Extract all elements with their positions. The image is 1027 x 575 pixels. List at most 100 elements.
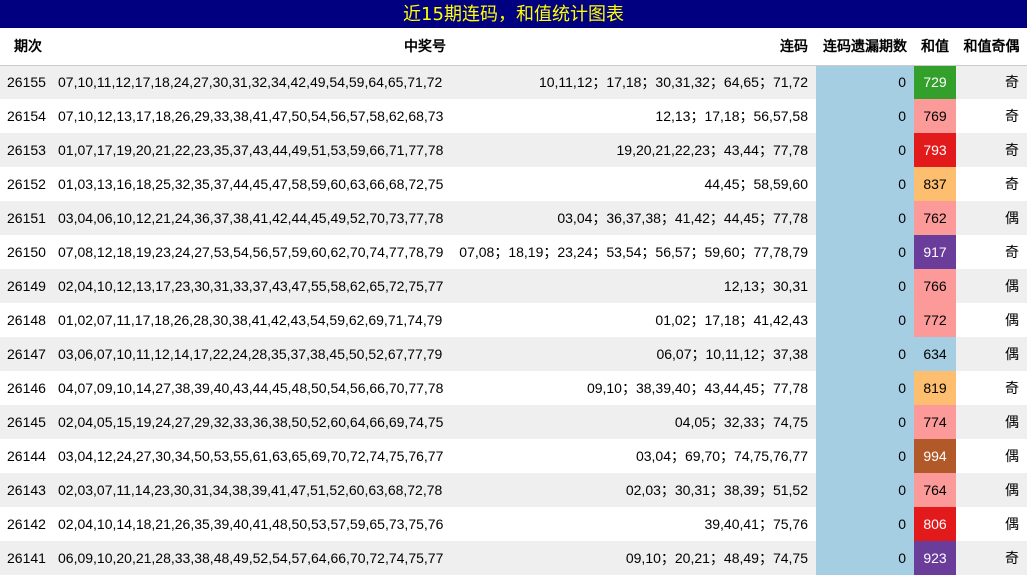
odd-even-cell: 奇	[1005, 176, 1019, 192]
chart-title: 近15期连码，和值统计图表	[0, 0, 1027, 28]
issue-cell: 26148	[7, 312, 46, 328]
odd-even-cell: 奇	[1005, 142, 1019, 158]
odd-even-cell: 偶	[1005, 278, 1019, 294]
header-sum-odd-even: 和值奇偶	[963, 38, 1020, 55]
table-row: 26148 01,02,07,11,17,18,26,28,30,38,41,42…	[0, 303, 1027, 337]
consecutive-cell: 09,10；38,39,40；43,44,45；77,78	[586, 380, 808, 396]
odd-even-cell: 偶	[1005, 210, 1019, 226]
issue-cell: 26150	[7, 244, 46, 260]
table-row: 26154 07,10,12,13,17,18,26,29,33,38,41,47…	[0, 99, 1027, 133]
table-row: 26149 02,04,10,12,13,17,23,30,31,33,37,43…	[0, 269, 1027, 303]
odd-even-cell: 偶	[1005, 448, 1019, 464]
table-row: 26150 07,08,12,18,19,23,24,27,53,54,56,57…	[0, 235, 1027, 269]
consecutive-cell: 09,10；20,21；48,49；74,75	[625, 550, 808, 566]
winning-numbers-cell: 03,04,12,24,27,30,34,50,53,55,61,63,65,6…	[58, 448, 444, 464]
table-row: 26143 02,03,07,11,14,23,30,31,34,38,39,41…	[0, 473, 1027, 507]
odd-even-cell: 偶	[1005, 346, 1019, 362]
consecutive-cell: 44,45；58,59,60	[704, 176, 808, 192]
odd-even-cell: 奇	[1005, 380, 1019, 396]
winning-numbers-cell: 03,06,07,10,11,12,14,17,22,24,28,35,37,3…	[58, 346, 443, 362]
table-row: 26153 01,07,17,19,20,21,22,23,35,37,43,44…	[0, 133, 1027, 167]
header-row: 期次 中奖号 连码 连码遗漏期数 和值 和值奇偶	[0, 28, 1027, 65]
winning-numbers-cell: 04,07,09,10,14,27,38,39,40,43,44,45,48,5…	[58, 380, 444, 396]
header-issue: 期次	[14, 38, 42, 55]
miss-count-cell: 0	[816, 371, 914, 405]
header-consecutive: 连码	[780, 38, 808, 55]
sum-cell: 923	[914, 541, 956, 575]
issue-cell: 26147	[7, 346, 46, 362]
header-consecutive-miss: 连码遗漏期数	[823, 38, 907, 55]
winning-numbers-cell: 07,08,12,18,19,23,24,27,53,54,56,57,59,6…	[58, 244, 444, 260]
table-body: 26155 07,10,11,12,17,18,24,27,30,31,32,34…	[0, 65, 1027, 575]
odd-even-cell: 奇	[1005, 74, 1019, 91]
winning-numbers-cell: 06,09,10,20,21,28,33,38,48,49,52,54,57,6…	[58, 550, 444, 566]
issue-cell: 26142	[7, 516, 46, 532]
odd-even-cell: 奇	[1005, 244, 1019, 260]
miss-count-cell: 0	[816, 167, 914, 201]
table-row: 26141 06,09,10,20,21,28,33,38,48,49,52,54…	[0, 541, 1027, 575]
sum-cell: 766	[914, 269, 956, 303]
consecutive-cell: 19,20,21,22,23；43,44；77,78	[616, 142, 809, 158]
odd-even-cell: 偶	[1005, 516, 1019, 532]
miss-count-cell: 0	[816, 303, 914, 337]
winning-numbers-cell: 07,10,12,13,17,18,26,29,33,38,41,47,50,5…	[58, 108, 444, 124]
odd-even-cell: 偶	[1005, 312, 1019, 328]
miss-count-cell: 0	[816, 405, 914, 439]
sum-cell: 764	[914, 473, 956, 507]
consecutive-cell: 10,11,12；17,18；30,31,32；64,65；71,72	[538, 74, 808, 91]
consecutive-cell: 07,08；18,19；23,24；53,54；56,57；59,60；77,7…	[459, 244, 808, 260]
miss-count-cell: 0	[816, 99, 914, 133]
sum-cell: 994	[914, 439, 956, 473]
sum-cell: 769	[914, 99, 956, 133]
miss-count-cell: 0	[816, 507, 914, 541]
miss-count-cell: 0	[816, 65, 914, 99]
sum-cell: 762	[914, 201, 956, 235]
sum-cell: 917	[914, 235, 956, 269]
issue-cell: 26152	[7, 176, 46, 192]
issue-cell: 26141	[7, 550, 46, 566]
consecutive-cell: 12,13；17,18；56,57,58	[655, 108, 808, 124]
table-row: 26155 07,10,11,12,17,18,24,27,30,31,32,34…	[0, 65, 1027, 99]
table-row: 26145 02,04,05,15,19,24,27,29,32,33,36,38…	[0, 405, 1027, 439]
issue-cell: 26145	[7, 414, 46, 430]
miss-count-cell: 0	[816, 269, 914, 303]
consecutive-cell: 04,05；32,33；74,75	[674, 414, 808, 430]
sum-cell: 774	[914, 405, 956, 439]
consecutive-cell: 12,13；30,31	[723, 278, 808, 294]
winning-numbers-cell: 02,04,10,14,18,21,26,35,39,40,41,48,50,5…	[58, 516, 444, 532]
table-row: 26142 02,04,10,14,18,21,26,35,39,40,41,48…	[0, 507, 1027, 541]
table-row: 26151 03,04,06,10,12,21,24,36,37,38,41,42…	[0, 201, 1027, 235]
sum-cell: 793	[914, 133, 956, 167]
sum-cell: 772	[914, 303, 956, 337]
table-row: 26147 03,06,07,10,11,12,14,17,22,24,28,35…	[0, 337, 1027, 371]
winning-numbers-cell: 01,02,07,11,17,18,26,28,30,38,41,42,43,5…	[58, 312, 443, 328]
odd-even-cell: 奇	[1005, 550, 1019, 566]
issue-cell: 26149	[7, 278, 46, 294]
odd-even-cell: 偶	[1005, 482, 1019, 498]
winning-numbers-cell: 01,07,17,19,20,21,22,23,35,37,43,44,49,5…	[58, 142, 444, 158]
table-row: 26144 03,04,12,24,27,30,34,50,53,55,61,63…	[0, 439, 1027, 473]
sum-cell: 837	[914, 167, 956, 201]
miss-count-cell: 0	[816, 133, 914, 167]
header-sum: 和值	[921, 38, 949, 55]
consecutive-cell: 03,04；69,70；74,75,76,77	[635, 448, 808, 464]
consecutive-cell: 39,40,41；75,76	[704, 516, 808, 532]
miss-count-cell: 0	[816, 201, 914, 235]
stats-table: 期次 中奖号 连码 连码遗漏期数 和值 和值奇偶 26155 07,10,11,1…	[0, 28, 1027, 575]
winning-numbers-cell: 03,04,06,10,12,21,24,36,37,38,41,42,44,4…	[58, 210, 444, 226]
issue-cell: 26153	[7, 142, 46, 158]
header-winning-numbers: 中奖号	[404, 38, 446, 55]
winning-numbers-cell: 07,10,11,12,17,18,24,27,30,31,32,34,42,4…	[58, 74, 443, 91]
table-row: 26152 01,03,13,16,18,25,32,35,37,44,45,47…	[0, 167, 1027, 201]
sum-cell: 634	[914, 337, 956, 371]
winning-numbers-cell: 02,04,05,15,19,24,27,29,32,33,36,38,50,5…	[58, 414, 444, 430]
winning-numbers-cell: 02,03,07,11,14,23,30,31,34,38,39,41,47,5…	[58, 482, 443, 498]
table-row: 26146 04,07,09,10,14,27,38,39,40,43,44,45…	[0, 371, 1027, 405]
consecutive-cell: 03,04；36,37,38；41,42；44,45；77,78	[557, 210, 808, 226]
winning-numbers-cell: 02,04,10,12,13,17,23,30,31,33,37,43,47,5…	[58, 278, 444, 294]
odd-even-cell: 偶	[1005, 414, 1019, 430]
issue-cell: 26146	[7, 380, 46, 396]
consecutive-cell: 06,07；10,11,12；37,38	[656, 346, 808, 362]
sum-cell: 806	[914, 507, 956, 541]
miss-count-cell: 0	[816, 541, 914, 575]
